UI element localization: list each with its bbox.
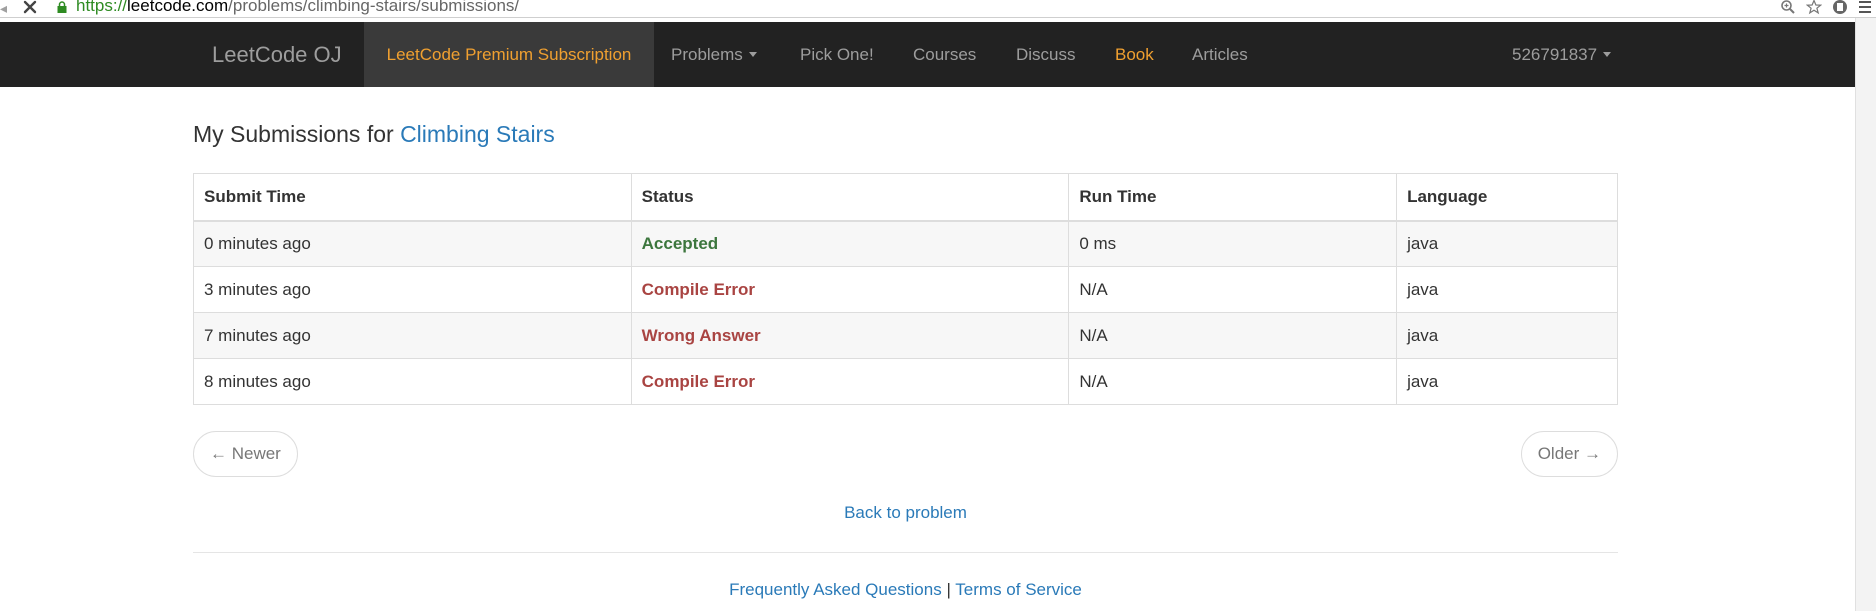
older-button[interactable]: Older → [1520,431,1618,477]
table-row: 3 minutes ago Compile Error N/A java [193,266,1618,313]
brand-logo[interactable]: LeetCode OJ [212,22,342,87]
cell-submit-time: 3 minutes ago [193,266,632,313]
col-header-run-time: Run Time [1068,173,1398,222]
nav-problems-dropdown[interactable]: Problems [671,22,757,87]
table-header-row: Submit Time Status Run Time Language [193,173,1618,222]
nav-premium-link[interactable]: LeetCode Premium Subscription [364,22,654,87]
footer-separator: | [946,580,951,599]
status-link[interactable]: Compile Error [630,266,1070,313]
browser-toolbar: ◂ https://leetcode.com/problems/climbing… [0,0,1876,18]
lock-icon [57,1,67,13]
nav-pick-one-link[interactable]: Pick One! [800,22,874,87]
cell-run-time: N/A [1068,312,1398,359]
footer-divider [193,552,1618,553]
status-link[interactable]: Compile Error [630,358,1070,405]
status-link[interactable]: Accepted [630,220,1070,267]
col-header-submit-time: Submit Time [193,173,632,222]
cell-submit-time: 7 minutes ago [193,312,632,359]
faq-link[interactable]: Frequently Asked Questions [729,580,942,599]
star-icon[interactable] [1806,0,1822,15]
scrollbar[interactable] [1855,18,1876,611]
status-link[interactable]: Wrong Answer [630,312,1070,359]
top-navbar: LeetCode OJ LeetCode Premium Subscriptio… [0,22,1855,87]
caret-down-icon [748,52,757,58]
url-scheme: https:// [76,0,128,15]
menu-icon[interactable] [1858,0,1872,15]
cell-run-time: N/A [1068,358,1398,405]
address-bar[interactable]: https://leetcode.com/problems/climbing-s… [76,0,519,15]
zoom-icon[interactable] [1780,0,1796,15]
nav-courses-link[interactable]: Courses [913,22,976,87]
cell-language: java [1396,266,1618,313]
cell-submit-time: 0 minutes ago [193,220,632,267]
nav-problems-label: Problems [671,45,743,64]
cell-language: java [1396,312,1618,359]
page-title-prefix: My Submissions for [193,121,401,147]
table-row: 7 minutes ago Wrong Answer N/A java [193,312,1618,359]
nav-book-link[interactable]: Book [1115,22,1154,87]
cell-language: java [1396,220,1618,267]
back-to-problem-link[interactable]: Back to problem [0,503,1811,523]
url-host: leetcode.com [127,0,229,15]
page-title: My Submissions for Climbing Stairs [193,121,555,148]
caret-down-icon [1603,52,1612,58]
cell-submit-time: 8 minutes ago [193,358,632,405]
nav-articles-link[interactable]: Articles [1192,22,1248,87]
cell-language: java [1396,358,1618,405]
col-header-language: Language [1396,173,1618,222]
extension-icon[interactable] [1832,0,1848,15]
table-row: 8 minutes ago Compile Error N/A java [193,358,1618,405]
user-menu-dropdown[interactable]: 526791837 [1512,22,1612,87]
newer-button[interactable]: ← Newer [193,431,298,477]
nav-discuss-link[interactable]: Discuss [1016,22,1076,87]
user-name-label: 526791837 [1512,45,1598,64]
problem-link[interactable]: Climbing Stairs [400,121,555,147]
table-row: 0 minutes ago Accepted 0 ms java [193,220,1618,267]
submissions-table: Submit Time Status Run Time Language 0 m… [193,173,1618,405]
cell-run-time: N/A [1068,266,1398,313]
stop-icon[interactable] [22,0,38,15]
col-header-status: Status [630,173,1070,222]
back-arrow-icon[interactable]: ◂ [0,1,7,15]
cell-run-time: 0 ms [1068,220,1398,267]
terms-link[interactable]: Terms of Service [955,580,1082,599]
url-path: /problems/climbing-stairs/submissions/ [228,0,520,15]
footer: Frequently Asked Questions | Terms of Se… [0,580,1811,600]
